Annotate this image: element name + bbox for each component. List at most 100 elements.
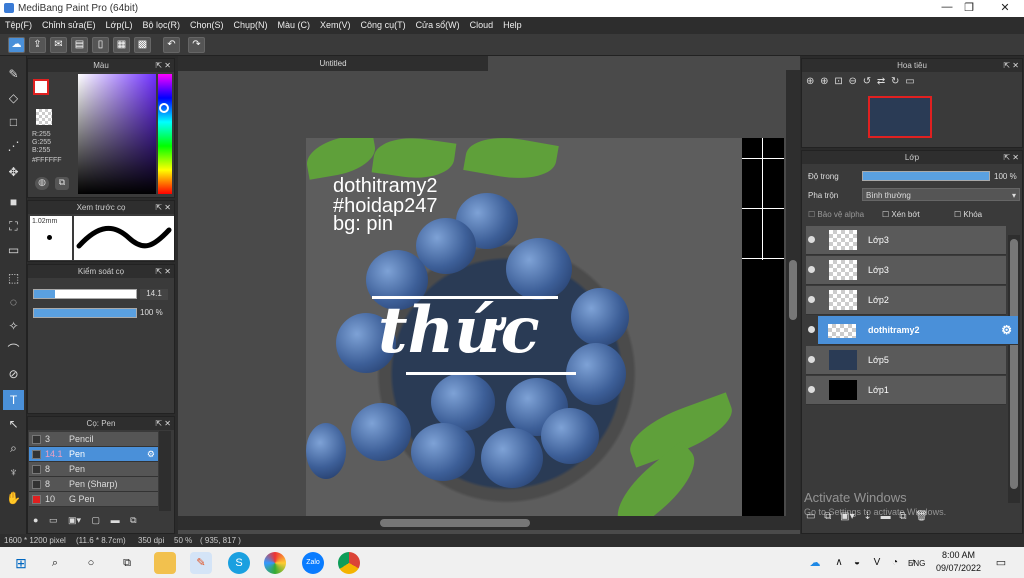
v-scroll-thumb[interactable]: [789, 260, 797, 320]
file-explorer-icon[interactable]: [154, 552, 176, 574]
panel-close-icon[interactable]: ⇱ ✕: [1003, 151, 1019, 164]
menu-cloud[interactable]: Cloud: [465, 17, 499, 33]
add-brush-icon[interactable]: ●: [33, 515, 38, 525]
rotate-left-icon[interactable]: ↺: [863, 76, 871, 87]
network-icon[interactable]: ◒: [846, 552, 868, 574]
fill-rect-tool-icon[interactable]: ■: [3, 192, 24, 212]
panel-close-icon[interactable]: ⇱ ✕: [155, 59, 171, 72]
operation-icon[interactable]: ↖: [3, 414, 24, 434]
brush-list-item[interactable]: 14.1 Pen ⚙: [29, 447, 158, 462]
panel-close-icon[interactable]: ⇱ ✕: [155, 417, 171, 430]
chrome-icon[interactable]: [338, 552, 360, 574]
layer-opacity-slider[interactable]: [862, 171, 990, 181]
menu-window[interactable]: Cửa sổ(W): [411, 17, 465, 33]
search-icon[interactable]: ⌕: [44, 552, 66, 574]
horizontal-scrollbar[interactable]: [178, 516, 800, 530]
panel-close-icon[interactable]: ⇱ ✕: [1003, 59, 1019, 72]
comment-icon[interactable]: ✉: [50, 37, 67, 53]
clock-date[interactable]: 09/07/2022: [936, 563, 981, 573]
skype-icon[interactable]: S: [228, 552, 250, 574]
visibility-eye-icon[interactable]: [808, 296, 815, 303]
task-view-icon[interactable]: ⧉: [116, 552, 138, 574]
fit-icon[interactable]: ⊡: [834, 76, 842, 87]
visibility-eye-icon[interactable]: [808, 386, 815, 393]
maximize-button[interactable]: ❐: [954, 1, 984, 16]
move-tool-icon[interactable]: ✥: [3, 162, 24, 182]
vertical-scrollbar[interactable]: [786, 70, 800, 516]
clipping-checkbox[interactable]: ☐ Xén bớt: [882, 210, 920, 219]
menu-color[interactable]: Màu (C): [273, 17, 316, 33]
menu-help[interactable]: Help: [498, 17, 527, 33]
reset-icon[interactable]: ▭: [905, 76, 914, 87]
chat-icon[interactable]: ▤: [71, 37, 88, 53]
redo-icon[interactable]: ↷: [188, 37, 205, 53]
navigator-thumbnail[interactable]: [868, 96, 932, 138]
cortana-icon[interactable]: ○: [80, 552, 102, 574]
windows-start-icon[interactable]: ⊞: [10, 552, 32, 574]
layer-scrollbar[interactable]: [1008, 235, 1020, 503]
panel-close-icon[interactable]: ⇱ ✕: [155, 201, 171, 214]
rotate-right-icon[interactable]: ↻: [891, 76, 899, 87]
visibility-eye-icon[interactable]: [808, 266, 815, 273]
menu-edit[interactable]: Chỉnh sửa(E): [37, 17, 101, 33]
brush-list-item[interactable]: 10 G Pen: [29, 492, 158, 507]
transparent-swatch[interactable]: [36, 109, 52, 125]
rect-tool-icon[interactable]: □: [3, 112, 24, 132]
eyedropper-icon[interactable]: ♆: [3, 462, 24, 482]
brush-list-scrollbar[interactable]: [159, 431, 171, 511]
layer-row[interactable]: Lớp3: [806, 226, 1006, 255]
page-icon[interactable]: ▯: [92, 37, 109, 53]
undo-icon[interactable]: ↶: [163, 37, 180, 53]
magic-wand-icon[interactable]: ✧: [3, 316, 24, 336]
brush-list-item[interactable]: 8 Pen: [29, 462, 158, 477]
visibility-eye-icon[interactable]: [808, 236, 815, 243]
layer-row[interactable]: Lớp3: [806, 256, 1006, 285]
h-scroll-thumb[interactable]: [380, 519, 530, 527]
dropper-icon[interactable]: ⌕: [3, 438, 24, 458]
palette-icon[interactable]: ◍: [35, 177, 49, 190]
gear-icon[interactable]: ⚙: [1001, 323, 1012, 337]
dot-tool-icon[interactable]: ⋰: [3, 136, 24, 156]
brush-menu-icon[interactable]: ▣▾: [68, 515, 81, 525]
brush-size-slider[interactable]: [33, 289, 137, 299]
gradient-tool-icon[interactable]: ▭: [3, 240, 24, 260]
bucket-tool-icon[interactable]: ⛶: [3, 216, 24, 236]
medibang-app-icon[interactable]: ✎: [190, 552, 212, 574]
protect-alpha-checkbox[interactable]: ☐ Bảo vệ alpha: [808, 210, 864, 219]
zoom-in-icon[interactable]: ⊕: [820, 76, 828, 87]
clock-time[interactable]: 8:00 AM: [942, 550, 975, 560]
panel-close-icon[interactable]: ⇱ ✕: [155, 265, 171, 278]
swap-icon[interactable]: ⧉: [55, 177, 69, 190]
menu-view[interactable]: Xem(V): [315, 17, 356, 33]
onedrive-icon[interactable]: ☁: [804, 552, 826, 574]
grid-icon[interactable]: ▩: [134, 37, 151, 53]
new-brush-icon[interactable]: ▭: [49, 515, 58, 525]
hue-handle[interactable]: [159, 103, 169, 113]
text-tool-icon[interactable]: T: [3, 390, 24, 410]
layer-row[interactable]: Lớp1: [806, 376, 1006, 405]
folder-icon[interactable]: ▬: [111, 515, 120, 525]
brush-list-item[interactable]: 8 Pen (Sharp): [29, 477, 158, 492]
brush-list-item[interactable]: 3 Pencil: [29, 432, 158, 447]
zoom-out-icon[interactable]: ⊖: [849, 76, 857, 87]
eraser-tool-icon[interactable]: ◇: [3, 88, 24, 108]
artwork-canvas[interactable]: dothitramy2 #hoidap247 bg: pin thức: [306, 138, 742, 518]
zoom-icon[interactable]: ⊕: [806, 76, 814, 87]
fg-color-swatch[interactable]: [33, 79, 49, 95]
document-tab[interactable]: Untitled: [178, 56, 488, 71]
menu-snap[interactable]: Chụp(N): [229, 17, 273, 33]
cloud-icon[interactable]: ☁: [8, 37, 25, 53]
lasso-icon[interactable]: ◌: [3, 292, 24, 312]
brush-opacity-slider[interactable]: [33, 308, 137, 318]
menu-layer[interactable]: Lớp(L): [101, 17, 138, 33]
sv-picker[interactable]: [78, 74, 156, 194]
visibility-eye-icon[interactable]: [808, 326, 815, 333]
brush-tool-icon[interactable]: ✎: [3, 64, 24, 84]
copy-brush-icon[interactable]: ▢: [92, 515, 101, 525]
menu-select[interactable]: Chọn(S): [185, 17, 229, 33]
share-icon[interactable]: ⇪: [29, 37, 46, 53]
gear-icon[interactable]: ⚙: [147, 447, 155, 462]
layer-row[interactable]: Lớp5: [806, 346, 1006, 375]
hue-slider[interactable]: [158, 74, 172, 194]
select-rect-icon[interactable]: ⬚: [3, 268, 24, 288]
